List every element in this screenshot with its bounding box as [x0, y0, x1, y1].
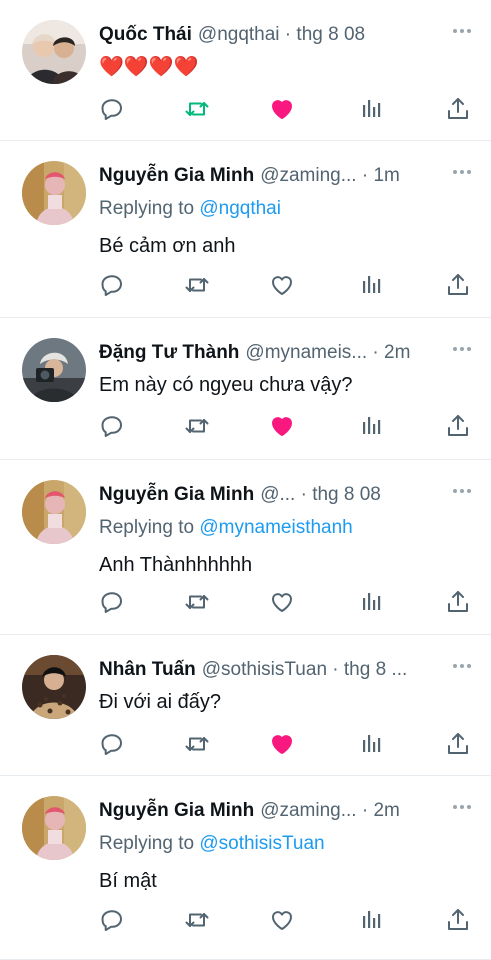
views-icon[interactable] [358, 413, 384, 439]
heart-icon[interactable] [269, 413, 295, 439]
replying-to: Replying to @sothisisTuan [99, 831, 471, 857]
tweet-header: Nguyễn Gia Minh @zaming... · 2m [99, 798, 471, 824]
tweet-actions [99, 96, 471, 122]
replying-to-label: Replying to [99, 198, 200, 219]
tweet-actions [99, 731, 471, 757]
display-name[interactable]: Nhân Tuấn [99, 657, 196, 683]
more-icon[interactable] [453, 29, 471, 33]
reply-icon[interactable] [99, 731, 125, 757]
heart-icon[interactable] [269, 907, 295, 933]
tweet-header: Nhân Tuấn @sothisisTuan · thg 8 ... [99, 657, 471, 683]
retweet-icon[interactable] [184, 96, 210, 122]
replying-to-label: Replying to [99, 517, 200, 538]
replying-to: Replying to @ngqthai [99, 196, 471, 222]
avatar[interactable] [22, 338, 86, 402]
display-name[interactable]: Quốc Thái [99, 22, 192, 48]
tweet-actions [99, 589, 471, 615]
tweet-text: Bí mật [99, 870, 157, 892]
tweet[interactable]: Nguyễn Gia Minh @zaming... · 1m Replying… [0, 141, 491, 318]
tweet[interactable]: Nhân Tuấn @sothisisTuan · thg 8 ... Đi v… [0, 635, 491, 776]
reply-icon[interactable] [99, 589, 125, 615]
reply-icon[interactable] [99, 907, 125, 933]
share-icon[interactable] [445, 413, 471, 439]
share-icon[interactable] [445, 907, 471, 933]
avatar[interactable] [22, 161, 86, 225]
handle-and-time: @... · thg 8 08 [260, 484, 381, 505]
more-icon[interactable] [453, 664, 471, 668]
display-name[interactable]: Nguyễn Gia Minh [99, 163, 254, 189]
share-icon[interactable] [445, 731, 471, 757]
tweet-header: Đặng Tư Thành @mynameis... · 2m [99, 340, 471, 366]
handle-and-time: @zaming... · 1m [260, 165, 400, 186]
display-name[interactable]: Nguyễn Gia Minh [99, 798, 254, 824]
reply-icon[interactable] [99, 96, 125, 122]
tweet-content: Đặng Tư Thành @mynameis... · 2m Em này c… [99, 340, 471, 398]
heart-icon[interactable] [269, 272, 295, 298]
retweet-icon[interactable] [184, 907, 210, 933]
tweet-content: Nguyễn Gia Minh @... · thg 8 08 Replying… [99, 482, 471, 578]
tweet-actions [99, 272, 471, 298]
tweet-actions [99, 413, 471, 439]
tweet[interactable]: Nguyễn Gia Minh @zaming... · 2m Replying… [0, 776, 491, 960]
share-icon[interactable] [445, 272, 471, 298]
handle-and-time: @ngqthai · thg 8 08 [197, 24, 366, 45]
more-icon[interactable] [453, 170, 471, 174]
more-icon[interactable] [453, 805, 471, 809]
retweet-icon[interactable] [184, 413, 210, 439]
tweet-text: Bé cảm ơn anh [99, 235, 236, 257]
tweet-content: Quốc Thái @ngqthai · thg 8 08 ❤️❤️❤️❤️ [99, 22, 471, 80]
retweet-icon[interactable] [184, 731, 210, 757]
more-icon[interactable] [453, 489, 471, 493]
heart-icon[interactable] [269, 96, 295, 122]
share-icon[interactable] [445, 96, 471, 122]
tweet-actions [99, 907, 471, 933]
avatar[interactable] [22, 655, 86, 719]
replying-to: Replying to @mynameisthanh [99, 515, 471, 541]
tweet[interactable]: Đặng Tư Thành @mynameis... · 2m Em này c… [0, 318, 491, 460]
handle-and-time: @sothisisTuan · thg 8 ... [201, 659, 408, 680]
tweet-content: Nguyễn Gia Minh @zaming... · 2m Replying… [99, 798, 471, 894]
replying-to-handle[interactable]: @mynameisthanh [199, 517, 352, 538]
replying-to-handle[interactable]: @sothisisTuan [199, 833, 324, 854]
avatar[interactable] [22, 480, 86, 544]
replying-to-handle[interactable]: @ngqthai [199, 198, 281, 219]
views-icon[interactable] [358, 589, 384, 615]
heart-icon[interactable] [269, 589, 295, 615]
avatar[interactable] [22, 796, 86, 860]
handle-and-time: @mynameis... · 2m [245, 342, 411, 363]
display-name[interactable]: Đặng Tư Thành [99, 340, 239, 366]
reply-icon[interactable] [99, 272, 125, 298]
display-name[interactable]: Nguyễn Gia Minh [99, 482, 254, 508]
retweet-icon[interactable] [184, 589, 210, 615]
heart-icon[interactable] [269, 731, 295, 757]
tweet-header: Quốc Thái @ngqthai · thg 8 08 [99, 22, 471, 48]
tweet-text: Đi với ai đấy? [99, 691, 222, 713]
tweet-text: Anh Thànhhhhhh [99, 554, 253, 576]
replying-to-label: Replying to [99, 833, 200, 854]
more-icon[interactable] [453, 347, 471, 351]
retweet-icon[interactable] [184, 272, 210, 298]
tweet-feed: Quốc Thái @ngqthai · thg 8 08 ❤️❤️❤️❤️ N… [0, 0, 491, 960]
views-icon[interactable] [358, 272, 384, 298]
tweet[interactable]: Quốc Thái @ngqthai · thg 8 08 ❤️❤️❤️❤️ [0, 0, 491, 141]
views-icon[interactable] [358, 96, 384, 122]
tweet-text: ❤️❤️❤️❤️ [99, 56, 199, 78]
tweet-content: Nhân Tuấn @sothisisTuan · thg 8 ... Đi v… [99, 657, 471, 715]
reply-icon[interactable] [99, 413, 125, 439]
handle-and-time: @zaming... · 2m [260, 800, 400, 821]
views-icon[interactable] [358, 907, 384, 933]
tweet[interactable]: Nguyễn Gia Minh @... · thg 8 08 Replying… [0, 460, 491, 635]
tweet-header: Nguyễn Gia Minh @zaming... · 1m [99, 163, 471, 189]
avatar[interactable] [22, 20, 86, 84]
tweet-header: Nguyễn Gia Minh @... · thg 8 08 [99, 482, 471, 508]
tweet-text: Em này có ngyeu chưa vậy? [99, 374, 353, 396]
tweet-content: Nguyễn Gia Minh @zaming... · 1m Replying… [99, 163, 471, 259]
share-icon[interactable] [445, 589, 471, 615]
views-icon[interactable] [358, 731, 384, 757]
